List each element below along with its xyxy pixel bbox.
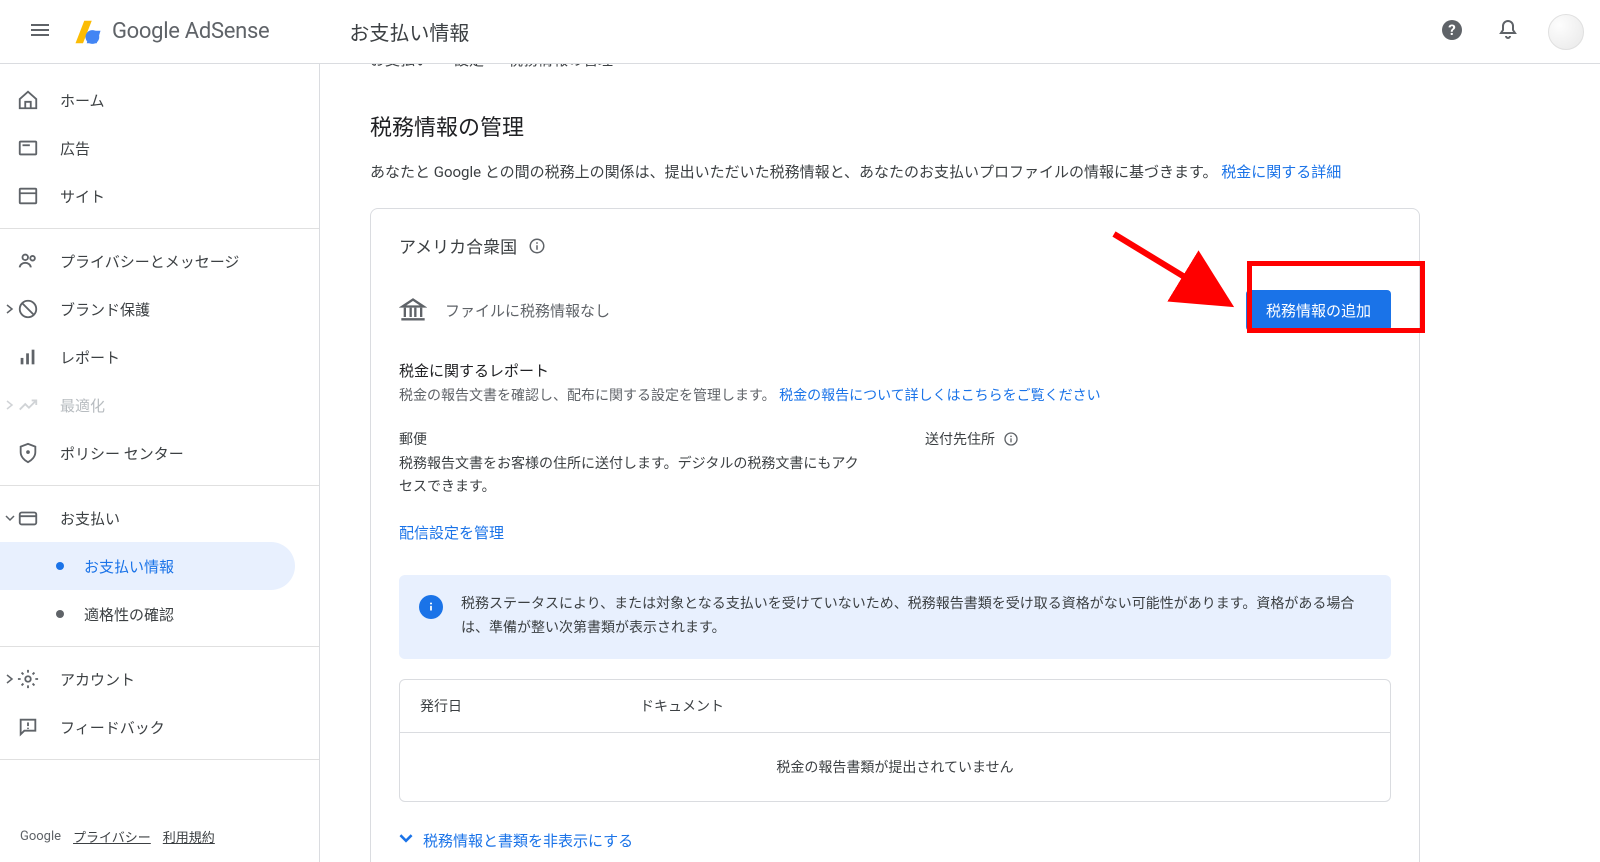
caret-icon [4,303,16,315]
logo-text: Google AdSense [112,19,269,44]
main-content[interactable]: お支払い 設定 税務情報の管理 税務情報の管理 あなたと Google との間の… [320,64,1600,862]
sidebar-item-privacy[interactable]: プライバシーとメッセージ [0,237,319,285]
svg-text:?: ? [1448,21,1455,39]
feedback-icon [16,715,40,739]
country-name: アメリカ合衆国 [399,233,517,258]
dot-icon [56,562,64,570]
help-button[interactable]: ? [1432,12,1472,52]
footer-terms[interactable]: 利用規約 [163,827,215,846]
info-filled-icon [419,595,443,619]
gear-icon [16,667,40,691]
caret-icon [4,673,16,685]
page-heading: 税務情報の管理 [370,110,1420,142]
sidebar: ホーム 広告 サイト プライバシーとメッセージ [0,64,320,862]
mail-label: 郵便 [399,429,865,449]
bell-icon [1496,18,1520,46]
site-icon [16,184,40,208]
sidebar-item-ads[interactable]: 広告 [0,124,319,172]
header: Google AdSense お支払い情報 ? [0,0,1600,64]
block-icon [16,297,40,321]
table-empty-message: 税金の報告書類が提出されていません [400,733,1390,801]
sidebar-item-brand[interactable]: ブランド保護 [0,285,319,333]
tax-info-card: アメリカ合衆国 ファイルに税務情報なし 税務情報の追加 [370,208,1420,862]
info-icon[interactable] [1001,429,1021,449]
bank-icon [399,296,427,324]
sidebar-sub-eligibility[interactable]: 適格性の確認 [0,590,319,638]
footer-google[interactable]: Google [20,829,61,844]
table-col-date: 発行日 [400,680,620,732]
address-label: 送付先住所 [925,429,995,449]
collapse-toggle[interactable]: 税務情報と書類を非表示にする [399,830,1391,851]
sidebar-sub-payment-info[interactable]: お支払い情報 [0,542,295,590]
ads-icon [16,136,40,160]
sidebar-item-feedback[interactable]: フィードバック [0,703,319,751]
notice-banner: 税務ステータスにより、または対象となる支払いを受けていないため、税務報告書類を受… [399,575,1391,659]
breadcrumb: お支払い 設定 税務情報の管理 [370,64,1420,82]
shield-icon [16,441,40,465]
home-icon [16,88,40,112]
help-icon: ? [1440,18,1464,46]
sidebar-item-optimize[interactable]: 最適化 [0,381,319,429]
footer-privacy[interactable]: プライバシー [73,827,151,846]
menu-icon [28,18,52,46]
sidebar-item-sites[interactable]: サイト [0,172,319,220]
address-value-redacted [925,453,1391,493]
sidebar-item-payments[interactable]: お支払い [0,494,319,542]
report-icon [16,345,40,369]
table-col-document: ドキュメント [620,680,1390,732]
info-icon[interactable] [527,236,547,256]
sidebar-item-policy[interactable]: ポリシー センター [0,429,319,477]
people-icon [16,249,40,273]
tax-status-text: ファイルに税務情報なし [445,300,1228,321]
adsense-logo-icon [72,16,104,48]
dot-icon [56,610,64,618]
account-avatar[interactable] [1548,14,1584,50]
caret-down-icon [4,512,16,524]
documents-table: 発行日 ドキュメント 税金の報告書類が提出されていません [399,679,1391,802]
add-tax-info-button[interactable]: 税務情報の追加 [1246,290,1391,331]
report-heading: 税金に関するレポート [399,360,1391,381]
sidebar-item-account[interactable]: アカウント [0,655,319,703]
chevron-down-icon [399,831,413,849]
header-page-title: お支払い情報 [349,17,469,46]
notifications-button[interactable] [1488,12,1528,52]
report-description: 税金の報告文書を確認し、配布に関する設定を管理します。 税金の報告について詳しく… [399,385,1391,407]
mail-description: 税務報告文書をお客様の住所に送付します。デジタルの税務文書にもアクセスできます。 [399,453,865,498]
report-learn-link[interactable]: 税金の報告について詳しくはこちらをご覧ください [779,388,1101,404]
tax-details-link[interactable]: 税金に関する詳細 [1221,163,1341,181]
sidebar-footer: Google プライバシー 利用規約 [0,811,319,862]
menu-button[interactable] [16,8,64,56]
caret-icon [4,399,16,411]
sidebar-item-home[interactable]: ホーム [0,76,319,124]
sidebar-item-reports[interactable]: レポート [0,333,319,381]
page-description: あなたと Google との間の税務上の関係は、提出いただいた税務情報と、あなた… [370,160,1420,184]
trend-icon [16,393,40,417]
manage-delivery-link[interactable]: 配信設定を管理 [399,522,504,543]
card-icon [16,506,40,530]
logo[interactable]: Google AdSense [72,16,269,48]
